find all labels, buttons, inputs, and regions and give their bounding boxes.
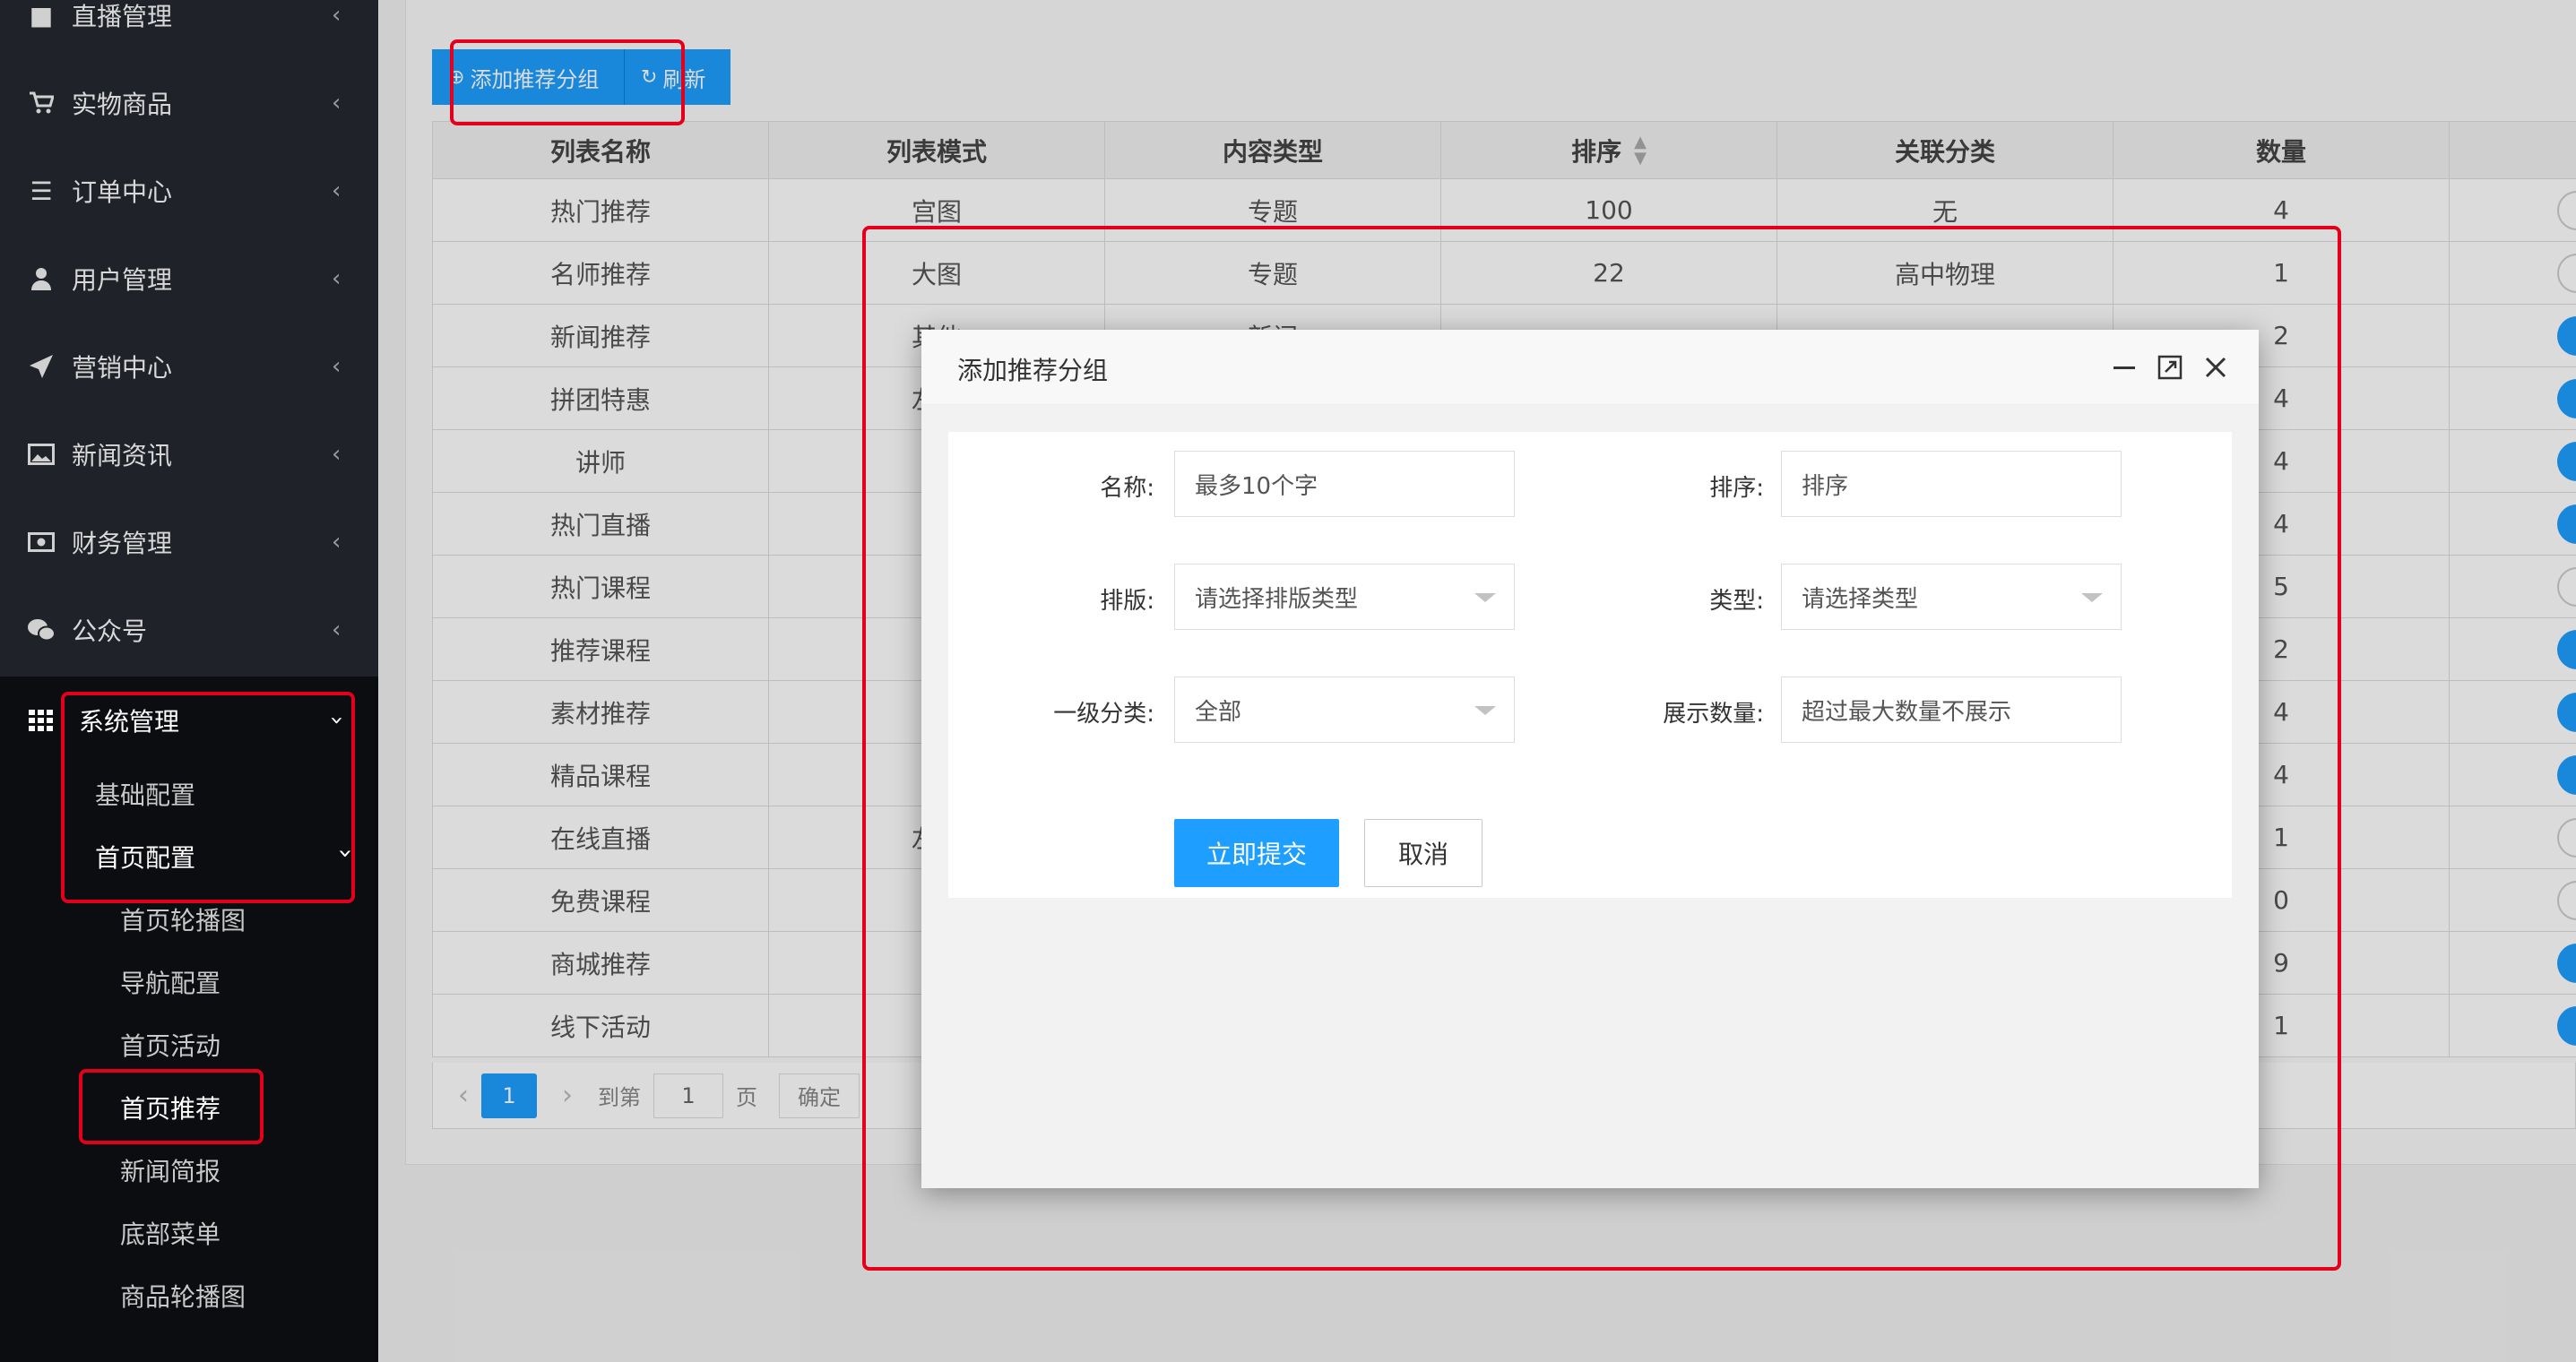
type-select[interactable]: 请选择类型 bbox=[1781, 564, 2122, 630]
sidebar-item-home-config[interactable]: 首页配置 bbox=[95, 839, 195, 875]
sidebar-item-nav-config[interactable]: 导航配置 bbox=[120, 964, 220, 1000]
category-select-value: 全部 bbox=[1195, 698, 1242, 726]
layout-select[interactable]: 请选择排版类型 bbox=[1174, 564, 1515, 630]
sidebar-item-home-recommend[interactable]: 首页推荐 bbox=[120, 1090, 220, 1125]
chevron-left-icon: ‹ bbox=[332, 2, 341, 29]
sort-input-placeholder: 排序 bbox=[1802, 472, 1849, 500]
add-group-modal: 添加推荐分组 名称: 最多10个字 排序: 排序 排版: 请选择排版类型 类型:… bbox=[921, 330, 2259, 1188]
display-count-input[interactable]: 超过最大数量不展示 bbox=[1781, 677, 2122, 743]
dropdown-arrow-icon bbox=[2081, 593, 2103, 602]
modal-title: 添加推荐分组 bbox=[957, 356, 1109, 385]
chevron-down-icon: ‹ bbox=[329, 848, 359, 859]
list-icon: ☰ bbox=[30, 176, 53, 206]
sidebar-item-orders[interactable]: ☰ 订单中心 ‹ bbox=[0, 147, 378, 235]
sidebar-item-news-brief[interactable]: 新闻简报 bbox=[120, 1152, 220, 1188]
chevron-left-icon: ‹ bbox=[332, 353, 341, 380]
user-icon bbox=[27, 264, 56, 293]
sidebar-item-label: 系统管理 bbox=[79, 707, 180, 737]
sidebar-item-official-account[interactable]: 公众号 ‹ bbox=[0, 586, 378, 674]
category-label: 一级分类: bbox=[1053, 701, 1154, 728]
sidebar: ■ 直播管理 ‹ 实物商品 ‹ ☰ 订单中心 ‹ 用户管理 ‹ 营销中心 ‹ 新… bbox=[0, 0, 378, 1362]
chevron-down-icon: ‹ bbox=[323, 715, 350, 726]
modal-header: 添加推荐分组 bbox=[921, 330, 2259, 405]
sidebar-item-users[interactable]: 用户管理 ‹ bbox=[0, 235, 378, 323]
sidebar-item-label: 营销中心 bbox=[72, 353, 173, 383]
layout-select-value: 请选择排版类型 bbox=[1195, 585, 1359, 613]
sidebar-item-bottom-menu[interactable]: 底部菜单 bbox=[120, 1215, 220, 1251]
chevron-left-icon: ‹ bbox=[332, 441, 341, 468]
money-icon bbox=[27, 528, 56, 556]
display-count-placeholder: 超过最大数量不展示 bbox=[1802, 698, 2012, 726]
sidebar-item-label: 新闻资讯 bbox=[72, 441, 173, 470]
sidebar-item-label: 订单中心 bbox=[72, 177, 173, 207]
grid-icon bbox=[27, 706, 56, 735]
cart-icon bbox=[27, 89, 56, 117]
sidebar-item-finance[interactable]: 财务管理 ‹ bbox=[0, 498, 378, 586]
sidebar-item-home-activity[interactable]: 首页活动 bbox=[120, 1027, 220, 1063]
sidebar-item-physical-goods[interactable]: 实物商品 ‹ bbox=[0, 59, 378, 147]
sidebar-item-system[interactable]: 系统管理 ‹ bbox=[0, 677, 378, 764]
system-submenu: 系统管理 ‹ 基础配置 首页配置 ‹ 首页轮播图 导航配置 首页活动 首页推荐 … bbox=[0, 677, 378, 1362]
chevron-left-icon: ‹ bbox=[332, 265, 341, 292]
name-label: 名称: bbox=[1100, 475, 1154, 502]
dropdown-arrow-icon bbox=[1474, 706, 1496, 715]
chevron-left-icon: ‹ bbox=[332, 177, 341, 204]
sidebar-item-label: 财务管理 bbox=[72, 529, 173, 558]
chevron-left-icon: ‹ bbox=[332, 529, 341, 556]
display-count-label: 展示数量: bbox=[1663, 701, 1764, 728]
sort-input[interactable]: 排序 bbox=[1781, 451, 2122, 517]
sidebar-item-goods-carousel[interactable]: 商品轮播图 bbox=[120, 1278, 246, 1314]
dropdown-arrow-icon bbox=[1474, 593, 1496, 602]
type-label: 类型: bbox=[1709, 588, 1764, 615]
type-select-value: 请选择类型 bbox=[1802, 585, 1919, 613]
category-select[interactable]: 全部 bbox=[1174, 677, 1515, 743]
sidebar-item-news[interactable]: 新闻资讯 ‹ bbox=[0, 410, 378, 498]
video-icon: ■ bbox=[29, 0, 54, 30]
cancel-button[interactable]: 取消 bbox=[1364, 819, 1482, 887]
layout-label: 排版: bbox=[1100, 588, 1154, 615]
maximize-icon[interactable] bbox=[2152, 349, 2188, 385]
sidebar-item-home-carousel[interactable]: 首页轮播图 bbox=[120, 901, 246, 937]
submit-button[interactable]: 立即提交 bbox=[1174, 819, 1339, 887]
chevron-left-icon: ‹ bbox=[332, 616, 341, 643]
name-input[interactable]: 最多10个字 bbox=[1174, 451, 1515, 517]
minimize-icon[interactable] bbox=[2106, 349, 2142, 385]
sidebar-item-marketing[interactable]: 营销中心 ‹ bbox=[0, 323, 378, 410]
sidebar-item-label: 公众号 bbox=[72, 616, 148, 646]
modal-form: 名称: 最多10个字 排序: 排序 排版: 请选择排版类型 类型: 请选择类型 … bbox=[948, 432, 2232, 898]
wechat-icon bbox=[27, 616, 56, 644]
image-icon bbox=[27, 440, 56, 469]
sort-label: 排序: bbox=[1709, 475, 1764, 502]
chevron-left-icon: ‹ bbox=[332, 90, 341, 116]
sidebar-item-basic-config[interactable]: 基础配置 bbox=[95, 776, 195, 812]
sidebar-item-label: 用户管理 bbox=[72, 265, 173, 295]
sidebar-item-live[interactable]: ■ 直播管理 ‹ bbox=[0, 0, 378, 59]
sidebar-item-label: 实物商品 bbox=[72, 90, 173, 119]
close-icon[interactable] bbox=[2198, 349, 2234, 385]
send-icon bbox=[27, 352, 56, 381]
name-input-placeholder: 最多10个字 bbox=[1195, 472, 1318, 500]
sidebar-item-label: 直播管理 bbox=[72, 2, 173, 31]
